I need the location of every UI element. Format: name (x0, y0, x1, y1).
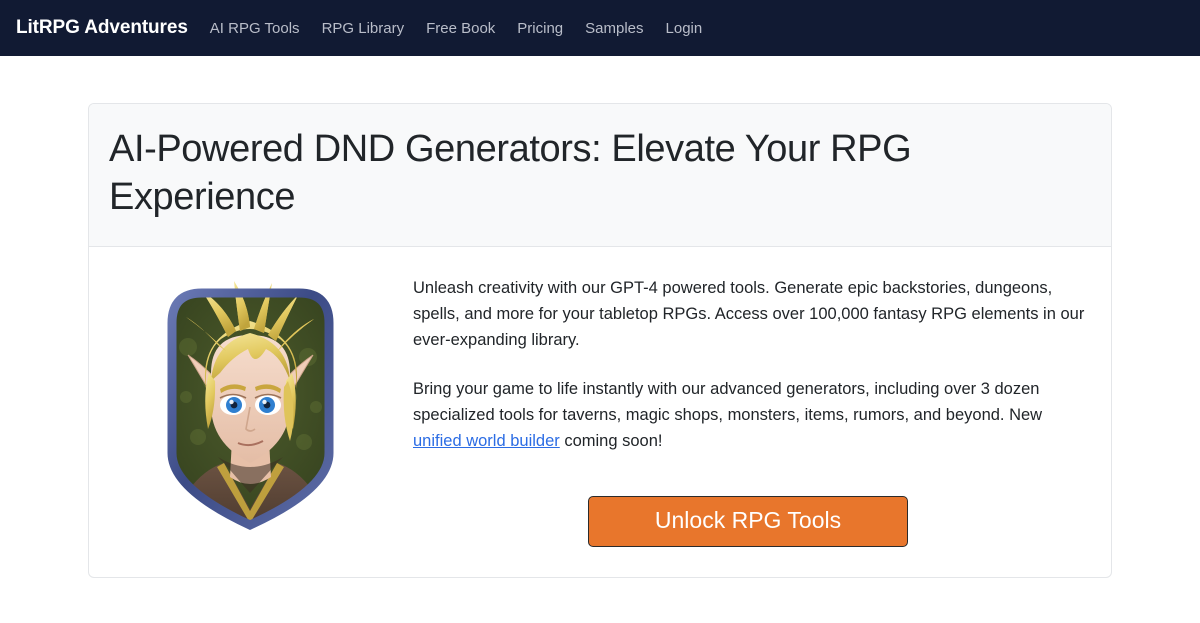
hero-card-header: AI-Powered DND Generators: Elevate Your … (89, 104, 1111, 247)
text-column: Unleash creativity with our GPT-4 powere… (391, 269, 1091, 548)
page-title: AI-Powered DND Generators: Elevate Your … (109, 128, 912, 218)
intro-paragraph-1: Unleash creativity with our GPT-4 powere… (413, 278, 1085, 349)
top-navbar: LitRPG Adventures AI RPG Tools RPG Libra… (0, 0, 1200, 56)
paragraph-2-text-before: Bring your game to life instantly with o… (413, 379, 1043, 424)
elf-character-portrait (158, 277, 343, 535)
hero-card-body: Unleash creativity with our GPT-4 powere… (89, 247, 1111, 578)
nav-link-free-book[interactable]: Free Book (426, 20, 495, 37)
brand-logo[interactable]: LitRPG Adventures (16, 17, 188, 39)
nav-link-pricing[interactable]: Pricing (517, 20, 563, 37)
nav-link-rpg-library[interactable]: RPG Library (322, 20, 405, 37)
page-content: AI-Powered DND Generators: Elevate Your … (0, 56, 1200, 579)
nav-link-samples[interactable]: Samples (585, 20, 643, 37)
intro-paragraph-2: Bring your game to life instantly with o… (413, 376, 1091, 454)
unified-world-builder-link[interactable]: unified world builder (413, 432, 560, 450)
nav-link-ai-rpg-tools[interactable]: AI RPG Tools (210, 20, 300, 37)
portrait-column (109, 269, 391, 548)
main-navigation: AI RPG Tools RPG Library Free Book Prici… (210, 20, 702, 37)
unlock-rpg-tools-button[interactable]: Unlock RPG Tools (588, 496, 908, 548)
nav-link-login[interactable]: Login (666, 20, 703, 37)
hero-card: AI-Powered DND Generators: Elevate Your … (88, 103, 1112, 579)
cta-container: Unlock RPG Tools (413, 496, 1091, 548)
paragraph-2-text-after: coming soon! (559, 432, 663, 451)
